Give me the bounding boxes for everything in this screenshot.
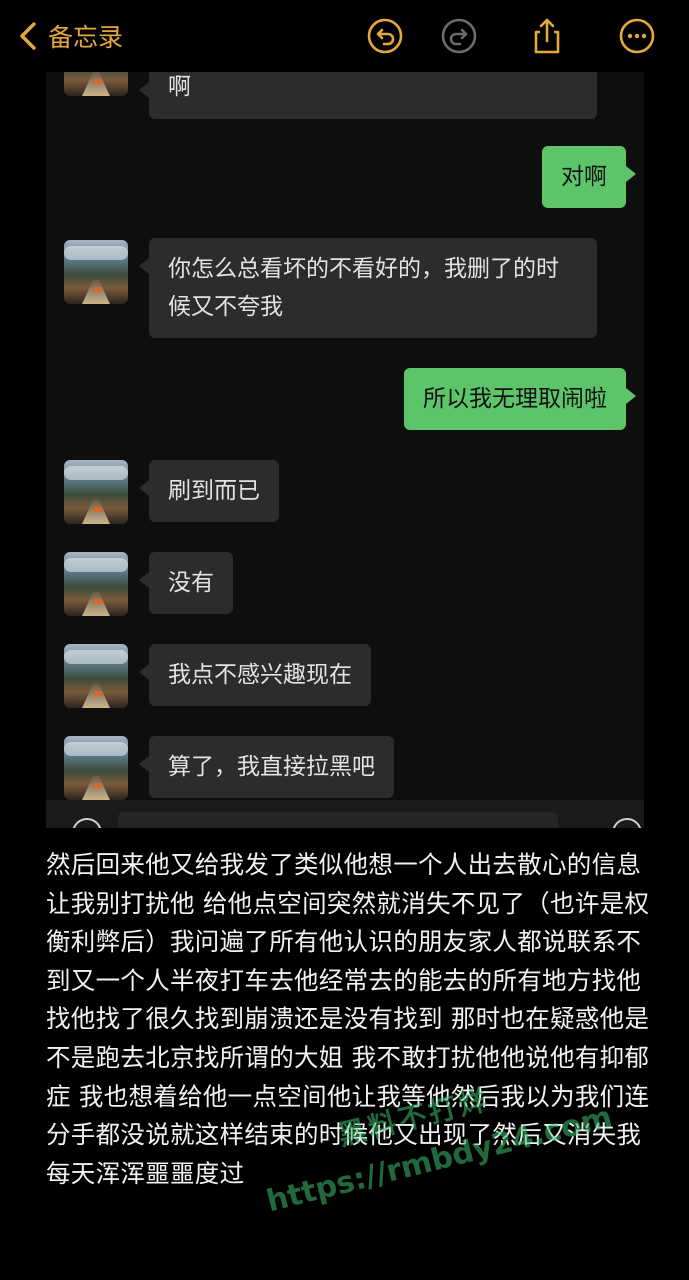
more-icon <box>619 18 655 54</box>
contact-avatar <box>64 736 128 800</box>
chat-input <box>118 812 558 828</box>
chat-message-text: 我点不感兴趣现在 <box>168 662 352 688</box>
voice-icon <box>72 818 102 828</box>
notes-toolbar: 备忘录 <box>0 0 689 72</box>
redo-button[interactable] <box>440 17 478 55</box>
chat-message-text: 对啊 <box>561 164 607 190</box>
chat-bubble-outgoing: 所以我无理取闹啦 <box>404 368 636 430</box>
chat-bubble-incoming: 没有 <box>139 552 233 614</box>
chat-bubble-incoming: 我点不感兴趣现在 <box>139 644 371 706</box>
chat-message-text: 算了，我直接拉黑吧 <box>168 754 375 780</box>
chat-bubble-incoming: 算了，我直接拉黑吧 <box>139 736 394 798</box>
undo-button[interactable] <box>366 17 404 55</box>
chat-message-text: 没有 <box>168 570 214 596</box>
back-label: 备忘录 <box>48 23 124 52</box>
note-body-text[interactable]: 然后回来他又给我发了类似他想一个人出去散心的信息让我别打扰他 给他点空间突然就消… <box>46 846 650 1193</box>
chat-bubble-incoming: 啊 <box>139 72 597 119</box>
chat-message-text: 啊 <box>168 74 191 100</box>
chevron-left-icon <box>20 22 36 50</box>
add-icon <box>612 818 642 828</box>
chat-screenshot: 啊 对啊 你怎么总看坏的不看好的，我删了的时候又不夸我 所以我无理取闹啦 刷到而… <box>46 72 644 828</box>
share-button[interactable] <box>528 17 566 55</box>
undo-icon <box>367 18 403 54</box>
chat-message-text: 刷到而已 <box>168 478 260 504</box>
contact-avatar <box>64 644 128 708</box>
chat-message-text: 所以我无理取闹啦 <box>423 386 607 412</box>
back-button[interactable]: 备忘录 <box>16 14 123 58</box>
contact-avatar <box>64 72 128 96</box>
chat-bubble-incoming: 你怎么总看坏的不看好的，我删了的时候又不夸我 <box>139 238 597 338</box>
redo-icon <box>441 18 477 54</box>
contact-avatar <box>64 552 128 616</box>
chat-bubble-incoming: 刷到而已 <box>139 460 279 522</box>
contact-avatar <box>64 460 128 524</box>
chat-bubble-outgoing: 对啊 <box>542 146 636 208</box>
chat-message-text: 你怎么总看坏的不看好的，我删了的时候又不夸我 <box>168 256 559 320</box>
chat-input-bar <box>46 800 644 828</box>
more-button[interactable] <box>618 17 656 55</box>
share-icon <box>534 18 560 54</box>
contact-avatar <box>64 240 128 304</box>
